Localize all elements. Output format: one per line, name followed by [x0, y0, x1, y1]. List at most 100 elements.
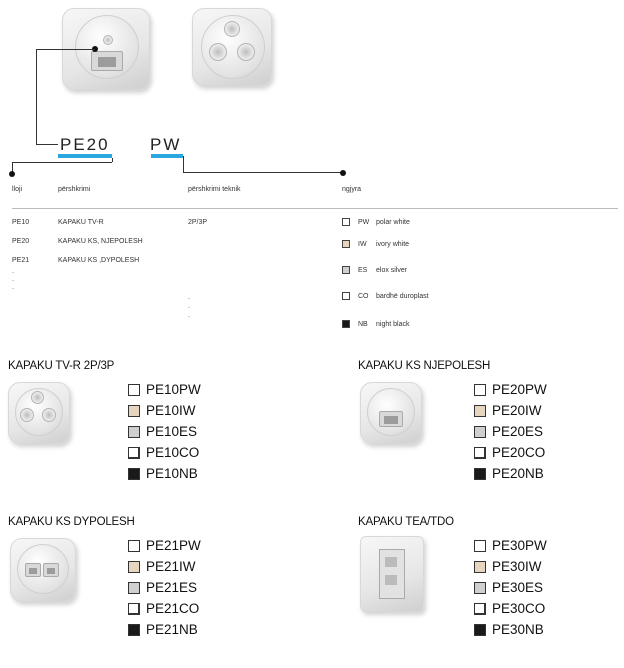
color-name: elox silver [376, 267, 408, 274]
pointer-dot [340, 170, 346, 176]
color-swatch [474, 467, 486, 480]
product-code-item: PE30ES [474, 580, 543, 595]
product-image-ks-single [360, 382, 422, 444]
color-swatch [342, 218, 350, 226]
pointer-line [183, 172, 343, 173]
product-code-item: PE21ES [128, 580, 197, 595]
product-code: PE21IW [146, 559, 196, 574]
color-swatch [128, 602, 140, 615]
color-code: ES [358, 267, 368, 274]
color-swatch [128, 425, 140, 438]
color-name: night black [376, 321, 410, 328]
color-swatch [474, 404, 486, 417]
product-code: PE30PW [492, 538, 547, 553]
color-swatch [128, 383, 140, 396]
product-code: PE30NB [492, 622, 544, 637]
pointer-line [183, 156, 184, 172]
code-example-type: PE20 [60, 135, 110, 154]
product-image-ks-double [10, 538, 76, 602]
product-code-item: PE10CO [128, 445, 199, 460]
product-image-tv-socket [8, 382, 70, 444]
product-code-item: PE20IW [474, 403, 542, 418]
product-image-tea-tdo [360, 536, 424, 612]
color-swatch [128, 539, 140, 552]
ellipsis: . [12, 284, 14, 291]
product-code-item: PE10IW [128, 403, 196, 418]
product-code-item: PE21IW [128, 559, 196, 574]
color-swatch [474, 425, 486, 438]
section-title: KAPAKU KS NJEPOLESH [358, 360, 491, 372]
product-code-item: PE30CO [474, 601, 545, 616]
code-underline [58, 154, 112, 158]
product-code: PE10NB [146, 466, 198, 481]
section-title: KAPAKU TEA/TDO [358, 516, 454, 528]
color-code: PW [358, 219, 370, 226]
color-swatch [128, 581, 140, 594]
column-header-description: përshkrimi [58, 186, 91, 193]
product-code-item: PE21CO [128, 601, 199, 616]
color-swatch [128, 560, 140, 573]
color-swatch [342, 292, 350, 300]
product-code: PE10IW [146, 403, 196, 418]
row-code: PE10 [12, 219, 30, 226]
product-code-item: PE21PW [128, 538, 201, 553]
product-code: PE20NB [492, 466, 544, 481]
row-code: PE20 [12, 238, 30, 245]
ellipsis: . [188, 303, 190, 310]
pointer-line [36, 144, 58, 145]
color-code: NB [358, 321, 368, 328]
product-code: PE20IW [492, 403, 542, 418]
color-swatch [342, 320, 350, 328]
color-swatch [128, 446, 140, 459]
product-code: PE20CO [492, 445, 546, 460]
color-name: ivory white [376, 241, 410, 248]
product-code: PE21NB [146, 622, 198, 637]
code-underline [151, 154, 183, 158]
product-code: PE10CO [146, 445, 200, 460]
pointer-dot [9, 171, 15, 177]
color-code: CO [358, 293, 369, 300]
ellipsis: . [188, 312, 190, 319]
color-swatch [342, 266, 350, 274]
ellipsis: . [12, 268, 14, 275]
color-name: bardhë duroplast [376, 293, 429, 300]
color-swatch [474, 539, 486, 552]
product-code: PE20PW [492, 382, 547, 397]
product-code-item: PE10NB [128, 466, 198, 481]
product-code-item: PE20ES [474, 424, 543, 439]
color-swatch [474, 602, 486, 615]
pointer-line [36, 49, 95, 50]
color-code: IW [358, 241, 367, 248]
color-swatch [474, 383, 486, 396]
product-code: PE10PW [146, 382, 201, 397]
product-code-item: PE20PW [474, 382, 547, 397]
ellipsis: . [188, 294, 190, 301]
product-code: PE30CO [492, 601, 546, 616]
product-image-tv-socket [192, 8, 272, 86]
column-header-color: ngjyra [342, 186, 362, 193]
product-code: PE21CO [146, 601, 200, 616]
product-code-item: PE10ES [128, 424, 197, 439]
color-swatch [342, 240, 350, 248]
row-code: PE21 [12, 257, 30, 264]
product-code: PE30ES [492, 580, 544, 595]
product-code-item: PE21NB [128, 622, 198, 637]
product-code-item: PE20NB [474, 466, 544, 481]
color-swatch [474, 623, 486, 636]
pointer-line [12, 162, 112, 163]
color-name: polar white [376, 219, 410, 226]
product-code-item: PE20CO [474, 445, 545, 460]
color-swatch [128, 404, 140, 417]
pointer-line [36, 49, 37, 144]
row-desc: KAPAKU TV-R [58, 219, 104, 226]
column-header-tech: përshkrimi teknik [188, 186, 241, 193]
product-code: PE20ES [492, 424, 544, 439]
pointer-line [112, 158, 113, 162]
product-code: PE30IW [492, 559, 542, 574]
column-header-type: lloji [12, 186, 23, 193]
color-swatch [474, 446, 486, 459]
color-swatch [128, 623, 140, 636]
row-tech: 2P/3P [188, 219, 208, 226]
section-title: KAPAKU TV-R 2P/3P [8, 360, 115, 372]
ellipsis: . [12, 276, 14, 283]
